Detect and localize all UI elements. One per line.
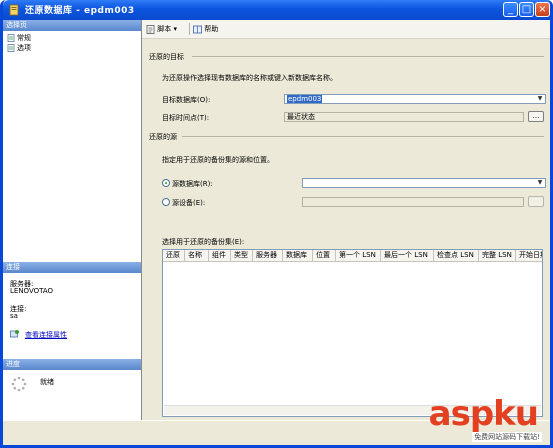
column-header[interactable]: 检查点 LSN — [434, 250, 479, 261]
column-header[interactable]: 还原 — [163, 250, 185, 261]
browse-time-button[interactable]: ... — [528, 111, 544, 122]
source-device-field — [302, 197, 524, 207]
left-panel: 选择页 常规 选项 连接 服务器: LENOVOTAO 连接: sa 查看连接属… — [3, 20, 142, 420]
main-panel: 脚本 ▾ 帮助 还原的目标 为还原操作选择现有数据库的名称或键入新数据库名称。 … — [142, 20, 550, 420]
maximize-button[interactable]: □ — [519, 2, 534, 17]
toolbar: 脚本 ▾ 帮助 — [142, 20, 550, 39]
browse-device-button — [528, 196, 544, 207]
connection-value: sa — [10, 312, 18, 320]
progress-header: 进度 — [3, 359, 141, 370]
view-connection-properties-link[interactable]: 查看连接属性 — [25, 330, 67, 340]
source-divider — [182, 136, 544, 137]
help-icon — [193, 25, 202, 33]
restore-database-window: 还原数据库 - epdm003 _ □ × 选择页 常规 选项 连接 服务器: … — [0, 0, 553, 448]
sidebar-item-options[interactable]: 选项 — [7, 43, 31, 53]
server-value: LENOVOTAO — [10, 287, 54, 295]
help-button[interactable]: 帮助 — [193, 23, 218, 35]
target-db-label: 目标数据库(O): — [162, 96, 211, 104]
script-label: 脚本 — [157, 25, 172, 33]
toolbar-separator — [189, 23, 190, 35]
from-database-label: 源数据库(R): — [172, 180, 213, 188]
source-description: 指定用于还原的备份集的源和位置。 — [162, 156, 274, 164]
column-header[interactable]: 服务器 — [253, 250, 283, 261]
select-page-header: 选择页 — [3, 20, 141, 31]
target-time-field: 最近状态 — [284, 112, 524, 122]
column-header[interactable]: 开始日期 — [516, 250, 542, 261]
grid-header: 还原 名称 组件 类型 服务器 数据库 位置 第一个 LSN 最后一个 LSN … — [163, 250, 542, 262]
backup-sets-label: 选择用于还原的备份集(E): — [162, 238, 245, 246]
database-icon — [8, 4, 20, 16]
sidebar-item-label: 选项 — [17, 44, 31, 52]
column-header[interactable]: 组件 — [209, 250, 231, 261]
progress-status: 就绪 — [40, 378, 54, 386]
column-header[interactable]: 数据库 — [283, 250, 313, 261]
source-database-select[interactable]: ▼ — [302, 178, 546, 188]
column-header[interactable]: 位置 — [313, 250, 336, 261]
content-area: 还原的目标 为还原操作选择现有数据库的名称或键入新数据库名称。 目标数据库(O)… — [142, 39, 550, 420]
chevron-down-icon: ▾ — [173, 25, 177, 33]
target-database-value: epdm003 — [287, 95, 323, 103]
page-icon — [7, 44, 15, 52]
backup-sets-grid[interactable]: 还原 名称 组件 类型 服务器 数据库 位置 第一个 LSN 最后一个 LSN … — [162, 249, 543, 417]
help-label: 帮助 — [204, 25, 219, 33]
from-device-label: 源设备(E): — [172, 199, 206, 207]
target-description: 为还原操作选择现有数据库的名称或键入新数据库名称。 — [162, 74, 337, 82]
connection-header: 连接 — [3, 262, 141, 273]
column-header[interactable]: 最后一个 LSN — [381, 250, 434, 261]
column-header[interactable]: 完整 LSN — [479, 250, 516, 261]
target-section-title: 还原的目标 — [149, 53, 184, 61]
connection-properties-icon — [10, 329, 20, 341]
column-header[interactable]: 类型 — [231, 250, 253, 261]
minimize-button[interactable]: _ — [503, 2, 518, 17]
title-bar[interactable]: 还原数据库 - epdm003 _ □ × — [3, 0, 550, 20]
from-device-radio[interactable] — [162, 198, 170, 206]
chevron-down-icon[interactable]: ▼ — [535, 95, 545, 103]
chevron-down-icon[interactable]: ▼ — [535, 179, 545, 187]
script-button[interactable]: 脚本 ▾ — [146, 23, 177, 35]
column-header[interactable]: 第一个 LSN — [336, 250, 381, 261]
watermark-logo: aspku — [428, 394, 539, 434]
window-title: 还原数据库 - epdm003 — [25, 6, 135, 16]
close-button[interactable]: × — [535, 2, 550, 17]
spinner-icon — [11, 376, 27, 394]
script-icon — [146, 24, 155, 34]
from-database-radio[interactable] — [162, 179, 170, 187]
target-divider — [192, 56, 544, 57]
column-header[interactable]: 名称 — [185, 250, 209, 261]
sidebar-item-label: 常规 — [17, 34, 31, 42]
watermark-caption: 免费网站源码下载站! — [472, 432, 542, 442]
target-time-label: 目标时间点(T): — [162, 114, 210, 122]
source-section-title: 还原的源 — [149, 133, 177, 141]
sidebar-item-general[interactable]: 常规 — [7, 33, 31, 43]
page-icon — [7, 34, 15, 42]
target-database-select[interactable]: epdm003 ▼ — [284, 94, 546, 104]
